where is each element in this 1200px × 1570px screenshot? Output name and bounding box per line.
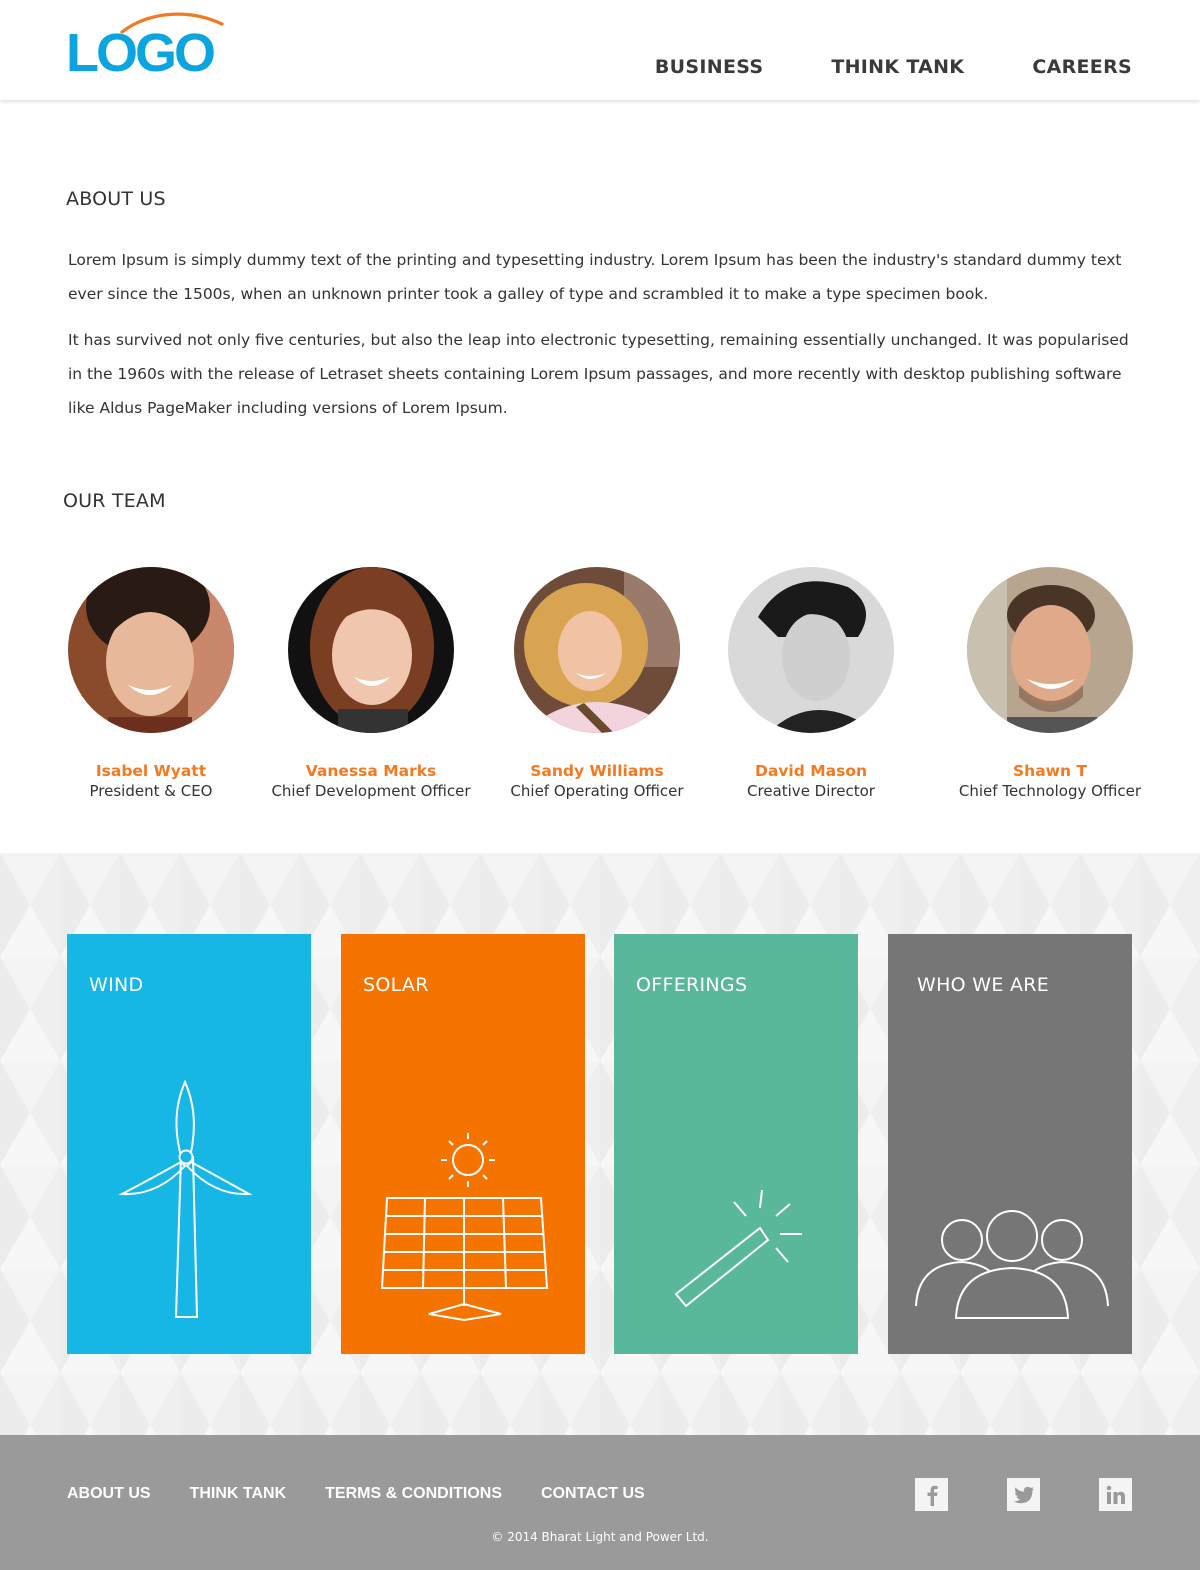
member-role: President & CEO [89, 782, 213, 800]
tile-who-we-are-label: WHO WE ARE [917, 974, 1050, 996]
site-footer: ABOUT US THINK TANK TERMS & CONDITIONS C… [0, 1435, 1200, 1570]
tile-solar-label: SOLAR [363, 974, 429, 996]
tile-wind-label: WIND [89, 974, 144, 996]
solar-panel-icon [380, 1133, 549, 1322]
footer-link-think-tank[interactable]: THINK TANK [190, 1485, 287, 1503]
member-name: Shawn T [1013, 762, 1087, 780]
avatar [728, 567, 894, 733]
team-member-card: Shawn T Chief Technology Officer [940, 567, 1160, 800]
site-header: LOGO BUSINESS THINK TANK CAREERS [0, 0, 1200, 100]
member-role: Chief Operating Officer [510, 782, 684, 800]
member-name: Isabel Wyatt [95, 762, 207, 780]
team-member-card: Sandy Williams Chief Operating Officer [487, 567, 707, 800]
team-member-card: Isabel Wyatt President & CEO [41, 567, 261, 800]
tile-offerings-label: OFFERINGS [636, 974, 748, 996]
footer-link-about-us[interactable]: ABOUT US [67, 1485, 151, 1503]
member-role: Creative Director [747, 782, 875, 800]
copyright-text: © 2014 Bharat Light and Power Ltd. [491, 1530, 709, 1544]
tile-wind[interactable]: WIND [67, 934, 311, 1354]
footer-nav: ABOUT US THINK TANK TERMS & CONDITIONS C… [67, 1485, 645, 1503]
services-band: WIND SOLAR OFFERINGS WHO WE ARE [0, 853, 1200, 1435]
facebook-icon [927, 1485, 938, 1506]
linkedin-icon [1106, 1485, 1125, 1504]
nav-business[interactable]: BUSINESS [655, 56, 763, 78]
facebook-button[interactable] [915, 1478, 948, 1511]
avatar [514, 567, 680, 733]
avatar [288, 567, 454, 733]
team-member-card: David Mason Creative Director [701, 567, 921, 800]
team-title: OUR TEAM [63, 490, 166, 512]
tile-offerings[interactable]: OFFERINGS [614, 934, 858, 1354]
nav-think-tank[interactable]: THINK TANK [831, 56, 964, 78]
footer-link-terms[interactable]: TERMS & CONDITIONS [325, 1485, 502, 1503]
member-name: Vanessa Marks [305, 762, 437, 780]
logo-text: LOGO [66, 23, 216, 83]
avatar [68, 567, 234, 733]
people-group-icon [915, 1210, 1109, 1319]
member-role: Chief Technology Officer [958, 782, 1142, 800]
wind-turbine-icon [118, 1079, 253, 1318]
member-name: David Mason [754, 762, 868, 780]
avatar [967, 567, 1133, 733]
nav-careers[interactable]: CAREERS [1032, 56, 1132, 78]
about-paragraph-2: It has survived not only five centuries,… [68, 331, 1129, 417]
team-member-card: Vanessa Marks Chief Development Officer [261, 567, 481, 800]
tile-who-we-are[interactable]: WHO WE ARE [888, 934, 1132, 1354]
about-title: ABOUT US [66, 188, 166, 210]
magic-wand-icon [674, 1189, 802, 1308]
about-paragraph-1: Lorem Ipsum is simply dummy text of the … [68, 251, 1122, 303]
main-nav: BUSINESS THINK TANK CAREERS [655, 56, 1132, 78]
twitter-icon [1013, 1486, 1034, 1503]
member-role: Chief Development Officer [271, 782, 471, 800]
twitter-button[interactable] [1007, 1478, 1040, 1511]
footer-link-contact-us[interactable]: CONTACT US [541, 1485, 645, 1503]
member-name: Sandy Williams [530, 762, 664, 780]
linkedin-button[interactable] [1099, 1478, 1132, 1511]
tile-solar[interactable]: SOLAR [341, 934, 585, 1354]
logo[interactable]: LOGO [66, 10, 226, 80]
